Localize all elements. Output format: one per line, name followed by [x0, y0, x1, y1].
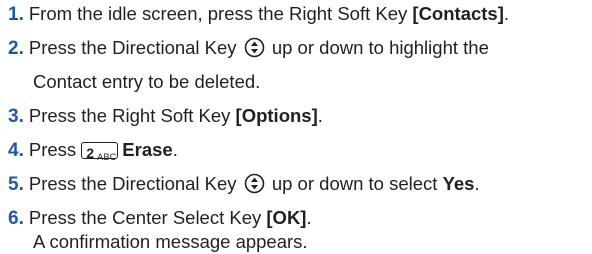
directional-key-icon: [244, 37, 265, 58]
step-number: 3.: [8, 106, 24, 127]
step-4: 4. Press 2 ABC Erase.: [8, 138, 178, 163]
step-2: 2. Press the Directional Key up or down t…: [8, 36, 489, 61]
key-label: Erase: [122, 139, 173, 160]
step-text: Press the Right Soft Key: [28, 105, 236, 126]
step-number: 6.: [8, 208, 24, 229]
step-punct: .: [306, 207, 312, 228]
step-5: 5. Press the Directional Key up or down t…: [8, 172, 480, 197]
step-number: 2.: [8, 38, 24, 59]
option-label: Yes: [442, 173, 475, 194]
step-text: up or down to select: [271, 173, 443, 194]
key-label: [OK]: [266, 207, 307, 228]
key-2-abc-icon: 2 ABC: [81, 142, 119, 162]
step-6: 6. Press the Center Select Key [OK].: [8, 206, 312, 231]
step-punct: .: [172, 139, 178, 160]
key-digit: 2: [86, 145, 95, 161]
step-text: up or down to highlight the: [271, 37, 489, 58]
step-punct: .: [503, 3, 510, 24]
step-text: From the idle screen, press the Right So…: [28, 3, 413, 24]
step-number: 4.: [8, 140, 24, 161]
step-3: 3. Press the Right Soft Key [Options].: [8, 104, 323, 129]
key-letters: ABC: [97, 152, 117, 162]
step-6-continuation: A confirmation message appears.: [33, 231, 308, 252]
step-1: 1. From the idle screen, press the Right …: [8, 2, 509, 27]
directional-key-icon: [244, 173, 265, 194]
step-text: Press: [28, 139, 77, 160]
step-punct: .: [317, 105, 323, 126]
step-2-continuation: Contact entry to be deleted.: [33, 71, 261, 92]
step-punct: .: [474, 173, 480, 194]
key-label: [Options]: [235, 105, 318, 126]
step-number: 5.: [8, 174, 24, 195]
step-text: Press the Center Select Key: [28, 207, 267, 228]
step-text: Press the Directional Key: [28, 37, 237, 58]
instruction-steps: 1. From the idle screen, press the Right …: [0, 0, 592, 254]
step-number: 1.: [8, 4, 24, 25]
step-text: Press the Directional Key: [28, 173, 237, 194]
key-label: [Contacts]: [412, 3, 504, 24]
